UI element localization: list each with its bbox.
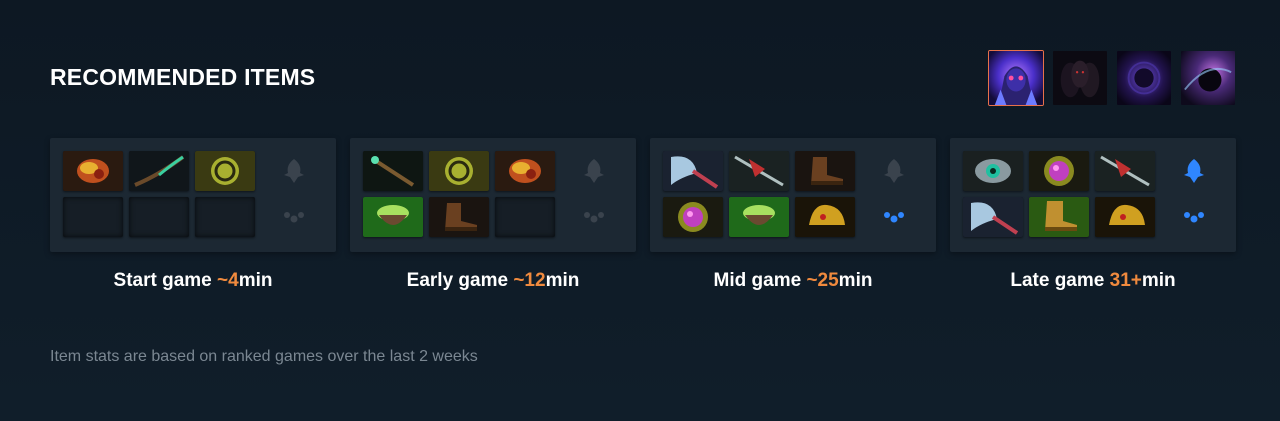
- item-slot[interactable]: [429, 197, 489, 237]
- mango-icon: [729, 197, 789, 237]
- item-slot-empty: [63, 197, 123, 237]
- item-slot[interactable]: [363, 151, 423, 191]
- hero-portrait-1[interactable]: [988, 50, 1044, 106]
- phase-late: Late game 31+min: [950, 138, 1236, 292]
- phase-unit: min: [1141, 270, 1176, 291]
- axe-icon: [663, 151, 723, 191]
- phase-early: Early game ~12min: [350, 138, 636, 292]
- item-slot[interactable]: [795, 151, 855, 191]
- axe-icon: [963, 197, 1023, 237]
- item-slot[interactable]: [729, 197, 789, 237]
- item-slot[interactable]: [495, 151, 555, 191]
- item-panel: [950, 138, 1236, 252]
- hero-portrait-3[interactable]: [1116, 50, 1172, 106]
- phase-time: ~25: [806, 270, 839, 291]
- tango-icon: [63, 151, 123, 191]
- neutral-charge-icon: [1184, 212, 1204, 223]
- wand-icon: [363, 151, 423, 191]
- circlet-icon: [195, 151, 255, 191]
- phase-label: Late game: [1010, 270, 1110, 291]
- mango-icon: [363, 197, 423, 237]
- helm-icon: [1095, 197, 1155, 237]
- hero-selector: [988, 50, 1236, 106]
- orb-icon: [663, 197, 723, 237]
- item-slot[interactable]: [63, 151, 123, 191]
- phase-label: Early game: [406, 270, 514, 291]
- hero-portrait-4[interactable]: [1180, 50, 1236, 106]
- item-slot[interactable]: [663, 151, 723, 191]
- phase-caption: Mid game ~25min: [650, 270, 936, 292]
- item-slot-empty: [495, 197, 555, 237]
- item-slot[interactable]: [963, 151, 1023, 191]
- hero-portrait-icon: [1053, 51, 1107, 105]
- helm-icon: [795, 197, 855, 237]
- item-slot[interactable]: [795, 197, 855, 237]
- section-title: RECOMMENDED ITEMS: [50, 64, 316, 90]
- item-build-phases: Start game ~4min Early game ~12min Mid g…: [50, 138, 1236, 292]
- item-slot[interactable]: [1095, 197, 1155, 237]
- item-slot[interactable]: [1095, 151, 1155, 191]
- hero-portrait-icon: [1181, 51, 1235, 105]
- phase-caption: Start game ~4min: [50, 270, 336, 292]
- orb-icon: [1029, 151, 1089, 191]
- item-slot[interactable]: [963, 197, 1023, 237]
- neutral-item-icon: [284, 159, 304, 183]
- phase-label: Mid game: [713, 270, 807, 291]
- neutral-item-icon: [1184, 159, 1204, 183]
- phase-caption: Late game 31+min: [950, 270, 1236, 292]
- neutral-charge-slot[interactable]: [876, 197, 912, 237]
- item-slot[interactable]: [1029, 197, 1089, 237]
- neutral-charge-slot[interactable]: [576, 197, 612, 237]
- neutral-charge-slot[interactable]: [276, 197, 312, 237]
- item-slot[interactable]: [429, 151, 489, 191]
- greaves-icon: [1029, 197, 1089, 237]
- neutral-slot[interactable]: [876, 151, 912, 191]
- circlet-icon: [429, 151, 489, 191]
- neutral-charge-icon: [284, 212, 304, 223]
- neutral-item-icon: [584, 159, 604, 183]
- hero-portrait-icon: [989, 51, 1043, 105]
- neutral-charge-slot[interactable]: [1176, 197, 1212, 237]
- hero-portrait-icon: [1117, 51, 1171, 105]
- neutral-charge-icon: [584, 212, 604, 223]
- item-slot[interactable]: [195, 151, 255, 191]
- neutral-slot[interactable]: [576, 151, 612, 191]
- boots-icon: [429, 197, 489, 237]
- item-panel: [650, 138, 936, 252]
- phase-time: ~4: [217, 270, 239, 291]
- phase-unit: min: [545, 270, 580, 291]
- phase-unit: min: [838, 270, 873, 291]
- spear-icon: [1095, 151, 1155, 191]
- boots-icon: [795, 151, 855, 191]
- spear-icon: [729, 151, 789, 191]
- neutral-item-icon: [884, 159, 904, 183]
- item-slot[interactable]: [363, 197, 423, 237]
- item-slot[interactable]: [729, 151, 789, 191]
- neutral-charge-icon: [884, 212, 904, 223]
- phase-start: Start game ~4min: [50, 138, 336, 292]
- phase-mid: Mid game ~25min: [650, 138, 936, 292]
- item-slot-empty: [129, 197, 189, 237]
- phase-caption: Early game ~12min: [350, 270, 636, 292]
- neutral-slot[interactable]: [276, 151, 312, 191]
- eye-icon: [963, 151, 1023, 191]
- tango-icon: [495, 151, 555, 191]
- item-slot-empty: [195, 197, 255, 237]
- phase-time: ~12: [513, 270, 546, 291]
- item-panel: [350, 138, 636, 252]
- phase-unit: min: [238, 270, 273, 291]
- neutral-slot[interactable]: [1176, 151, 1212, 191]
- item-slot[interactable]: [1029, 151, 1089, 191]
- phase-label: Start game: [113, 270, 218, 291]
- stats-footnote: Item stats are based on ranked games ove…: [50, 348, 478, 365]
- hero-portrait-2[interactable]: [1052, 50, 1108, 106]
- phase-time: 31+: [1109, 270, 1142, 291]
- item-slot[interactable]: [129, 151, 189, 191]
- branch-icon: [129, 151, 189, 191]
- item-slot[interactable]: [663, 197, 723, 237]
- item-panel: [50, 138, 336, 252]
